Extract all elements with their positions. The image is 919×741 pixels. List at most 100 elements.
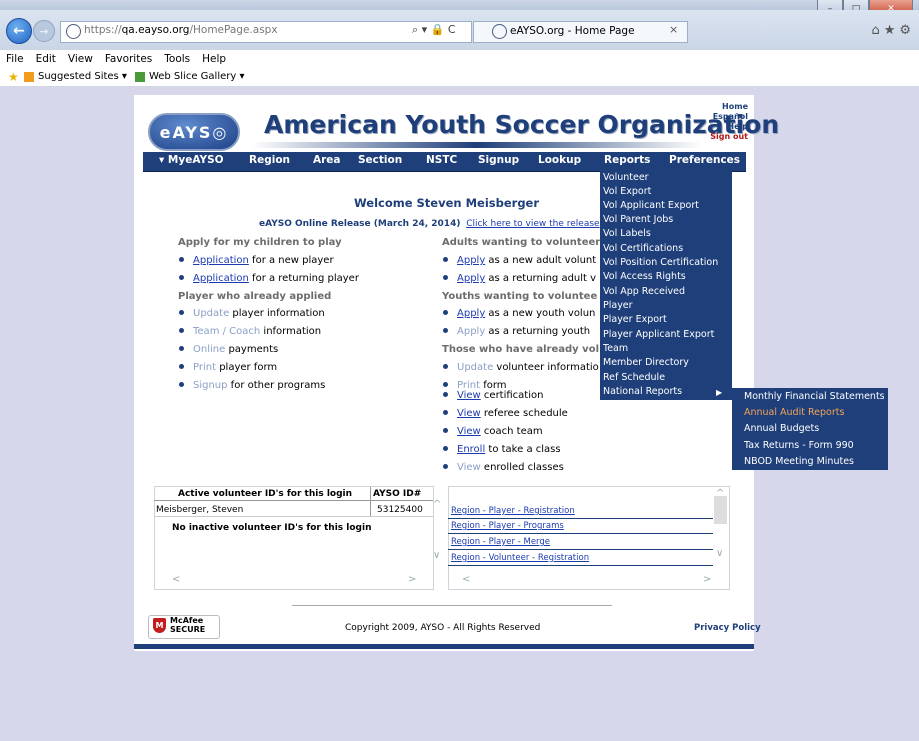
inactive-ids-note: No inactive volunteer ID's for this logi… <box>172 523 372 533</box>
volunteer-ids-box[interactable] <box>154 486 434 590</box>
scroll-up-icon[interactable]: ^ <box>433 499 441 510</box>
volunteer-id: 53125400 <box>377 505 423 515</box>
help-link[interactable]: Help <box>690 122 748 132</box>
submenu-tax-returns[interactable]: Tax Returns - Form 990 <box>744 440 854 451</box>
view-referee-schedule-link[interactable]: View <box>457 408 481 419</box>
menu-help[interactable]: Help <box>202 53 226 65</box>
bullet-icon <box>443 391 448 397</box>
section-player-applied: Player who already applied <box>178 291 332 302</box>
apply-new-youth-link[interactable]: Apply <box>457 308 485 319</box>
menu-item-vol-parent-jobs[interactable]: Vol Parent Jobs <box>603 214 673 225</box>
signup-other-link: Signup <box>193 380 228 391</box>
link-region-player-registration[interactable]: Region - Player - Registration <box>451 506 575 516</box>
menu-item-member-directory[interactable]: Member Directory <box>603 357 689 368</box>
forward-button[interactable]: → <box>33 20 55 42</box>
eayso-logo[interactable]: eAYS◎ <box>148 113 240 151</box>
scroll-down-icon[interactable]: ∨ <box>433 550 440 561</box>
section-apply-children: Apply for my children to play <box>178 237 342 248</box>
nav-region[interactable]: Region <box>249 154 290 166</box>
link-scroll-left-icon[interactable]: < <box>462 574 470 585</box>
menu-item-player[interactable]: Player <box>603 300 633 311</box>
nav-reports[interactable]: Reports <box>604 154 650 166</box>
menu-file[interactable]: File <box>6 53 24 65</box>
bullet-icon <box>179 274 184 280</box>
bullet-icon <box>443 381 448 387</box>
release-link[interactable]: Click here to view the release <box>466 219 599 229</box>
link-scroll-up-icon[interactable]: ^ <box>716 488 724 499</box>
favorites-star-icon[interactable]: ★ <box>8 70 19 84</box>
menu-view[interactable]: View <box>68 53 93 65</box>
vertical-scrollbar[interactable] <box>714 488 727 572</box>
menu-item-vol-export[interactable]: Vol Export <box>603 186 651 197</box>
menu-item-player-export[interactable]: Player Export <box>603 314 667 325</box>
scroll-left-icon[interactable]: < <box>172 574 180 585</box>
suggested-sites-link[interactable]: Suggested Sites ▾ <box>38 71 127 82</box>
link-region-player-programs[interactable]: Region - Player - Programs <box>451 521 564 531</box>
page-bottom-bar <box>134 644 754 649</box>
link-divider <box>448 565 713 566</box>
submenu-annual-audit-reports[interactable]: Annual Audit Reports <box>744 407 844 418</box>
scroll-right-icon[interactable]: > <box>408 574 416 585</box>
menu-edit[interactable]: Edit <box>36 53 56 65</box>
privacy-policy-link[interactable]: Privacy Policy <box>694 623 761 633</box>
menu-item-national-reports[interactable]: National Reports <box>603 386 682 397</box>
release-notice: eAYSO Online Release (March 24, 2014) Cl… <box>259 219 600 229</box>
nav-myeayso[interactable]: ▾ MyeAYSO <box>159 154 224 166</box>
banner-swoosh <box>252 142 702 148</box>
espanol-link[interactable]: Español <box>690 112 748 122</box>
menu-item-vol-position-certification[interactable]: Vol Position Certification <box>603 257 718 268</box>
menu-favorites[interactable]: Favorites <box>105 53 152 65</box>
back-button[interactable]: ← <box>6 18 32 44</box>
url-text[interactable]: https://qa.eayso.org/HomePage.aspx <box>84 24 278 36</box>
bullet-icon <box>443 463 448 469</box>
apply-new-adult-link[interactable]: Apply <box>457 255 485 266</box>
link-region-volunteer-registration[interactable]: Region - Volunteer - Registration <box>451 553 589 563</box>
section-adults-volunteer: Adults wanting to volunteer <box>442 237 601 248</box>
bullet-icon <box>443 309 448 315</box>
scrollbar-thumb[interactable] <box>714 496 727 524</box>
tab-close-icon[interactable]: × <box>669 23 678 36</box>
menu-item-vol-app-received[interactable]: Vol App Received <box>603 286 685 297</box>
apply-returning-adult-link[interactable]: Apply <box>457 273 485 284</box>
table-divider <box>154 500 433 501</box>
sign-out-link[interactable]: Sign out <box>690 132 748 142</box>
nav-section[interactable]: Section <box>358 154 402 166</box>
nav-nstc[interactable]: NSTC <box>426 154 457 166</box>
toolbar-icons[interactable]: ⌂★⚙ <box>871 23 915 38</box>
submenu-monthly-financial-statements[interactable]: Monthly Financial Statements <box>744 391 885 402</box>
menu-item-vol-access-rights[interactable]: Vol Access Rights <box>603 271 686 282</box>
view-coach-team-link[interactable]: View <box>457 426 481 437</box>
submenu-annual-budgets[interactable]: Annual Budgets <box>744 423 819 434</box>
application-new-player-link[interactable]: Application <box>193 255 249 266</box>
home-link[interactable]: Home <box>690 102 748 112</box>
menu-item-volunteer[interactable]: Volunteer <box>603 172 649 183</box>
menu-item-vol-labels[interactable]: Vol Labels <box>603 228 651 239</box>
menu-tools[interactable]: Tools <box>164 53 190 65</box>
view-certification-link[interactable]: View <box>457 390 481 401</box>
enroll-class-link[interactable]: Enroll <box>457 444 485 455</box>
menu-item-vol-certifications[interactable]: Vol Certifications <box>603 243 683 254</box>
submenu-nbod-meeting-minutes[interactable]: NBOD Meeting Minutes <box>744 456 854 467</box>
nav-preferences[interactable]: Preferences <box>669 154 740 166</box>
list-item: View coach team <box>443 426 543 437</box>
menu-item-ref-schedule[interactable]: Ref Schedule <box>603 372 665 383</box>
web-slice-icon <box>134 71 145 82</box>
ids-header-label: Active volunteer ID's for this login <box>178 489 353 499</box>
menu-item-team[interactable]: Team <box>603 343 628 354</box>
menu-item-vol-applicant-export[interactable]: Vol Applicant Export <box>603 200 699 211</box>
volunteer-name: Meisberger, Steven <box>156 505 244 515</box>
menu-item-player-applicant-export[interactable]: Player Applicant Export <box>603 329 714 340</box>
section-already-volunteered: Those who have already vol <box>442 344 599 355</box>
link-scroll-down-icon[interactable]: ∨ <box>716 548 723 559</box>
address-icons[interactable]: ⌕ ▾ 🔒 C <box>412 23 456 37</box>
web-slice-gallery-link[interactable]: Web Slice Gallery ▾ <box>149 71 245 82</box>
link-region-player-merge[interactable]: Region - Player - Merge <box>451 537 550 547</box>
list-item: Application for a new player <box>179 255 334 266</box>
nav-lookup[interactable]: Lookup <box>538 154 581 166</box>
nav-signup[interactable]: Signup <box>478 154 519 166</box>
link-scroll-right-icon[interactable]: > <box>703 574 711 585</box>
application-returning-player-link[interactable]: Application <box>193 273 249 284</box>
bullet-icon <box>179 345 184 351</box>
list-item: Team / Coach information <box>179 326 321 337</box>
nav-area[interactable]: Area <box>313 154 341 166</box>
